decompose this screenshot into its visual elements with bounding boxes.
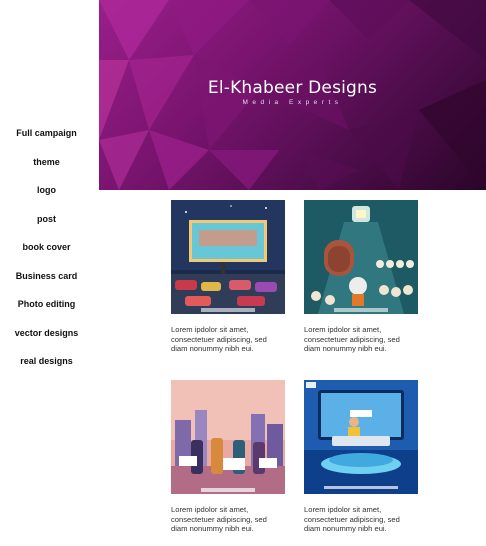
sidebar-item-vector-designs[interactable]: vector designs (0, 320, 93, 349)
brand-title: El-Khabeer Designs (207, 78, 378, 98)
sidebar: Full campaign theme logo post book cover… (0, 0, 99, 546)
brand-logo: El-Khabeer Designs Media Experts (99, 78, 486, 106)
sidebar-item-business-card[interactable]: Business card (0, 263, 93, 292)
sidebar-item-theme[interactable]: theme (0, 149, 93, 178)
card-caption: Lorem ipdolor sit amet, consectetuer adi… (171, 505, 267, 534)
sidebar-item-post[interactable]: post (0, 206, 93, 235)
card-caption: Lorem ipdolor sit amet, consectetuer adi… (304, 325, 400, 354)
astronaut-skulls-image[interactable] (304, 200, 418, 314)
sidebar-item-real-designs[interactable]: real designs (0, 348, 93, 377)
gallery-card[interactable]: Lorem ipdolor sit amet, consectetuer adi… (304, 380, 418, 534)
sidebar-item-book-cover[interactable]: book cover (0, 234, 93, 263)
sidebar-item-full-campaign[interactable]: Full campaign (0, 120, 93, 149)
sidebar-item-logo[interactable]: logo (0, 177, 93, 206)
hero-banner: El-Khabeer Designs Media Experts (99, 0, 486, 190)
street-protest-image[interactable] (171, 380, 285, 494)
gallery-card[interactable]: Lorem ipdolor sit amet, consectetuer adi… (171, 380, 285, 534)
sidebar-nav: Full campaign theme logo post book cover… (0, 120, 93, 377)
card-caption: Lorem ipdolor sit amet, consectetuer adi… (171, 325, 267, 354)
brand-subtitle: Media Experts (242, 99, 343, 106)
sidebar-item-photo-editing[interactable]: Photo editing (0, 291, 93, 320)
gallery-card[interactable]: Lorem ipdolor sit amet, consectetuer adi… (171, 200, 285, 354)
gallery-card[interactable]: Lorem ipdolor sit amet, consectetuer adi… (304, 200, 418, 354)
card-caption: Lorem ipdolor sit amet, consectetuer adi… (304, 505, 400, 534)
drive-in-cinema-image[interactable] (171, 200, 285, 314)
news-studio-image[interactable] (304, 380, 418, 494)
